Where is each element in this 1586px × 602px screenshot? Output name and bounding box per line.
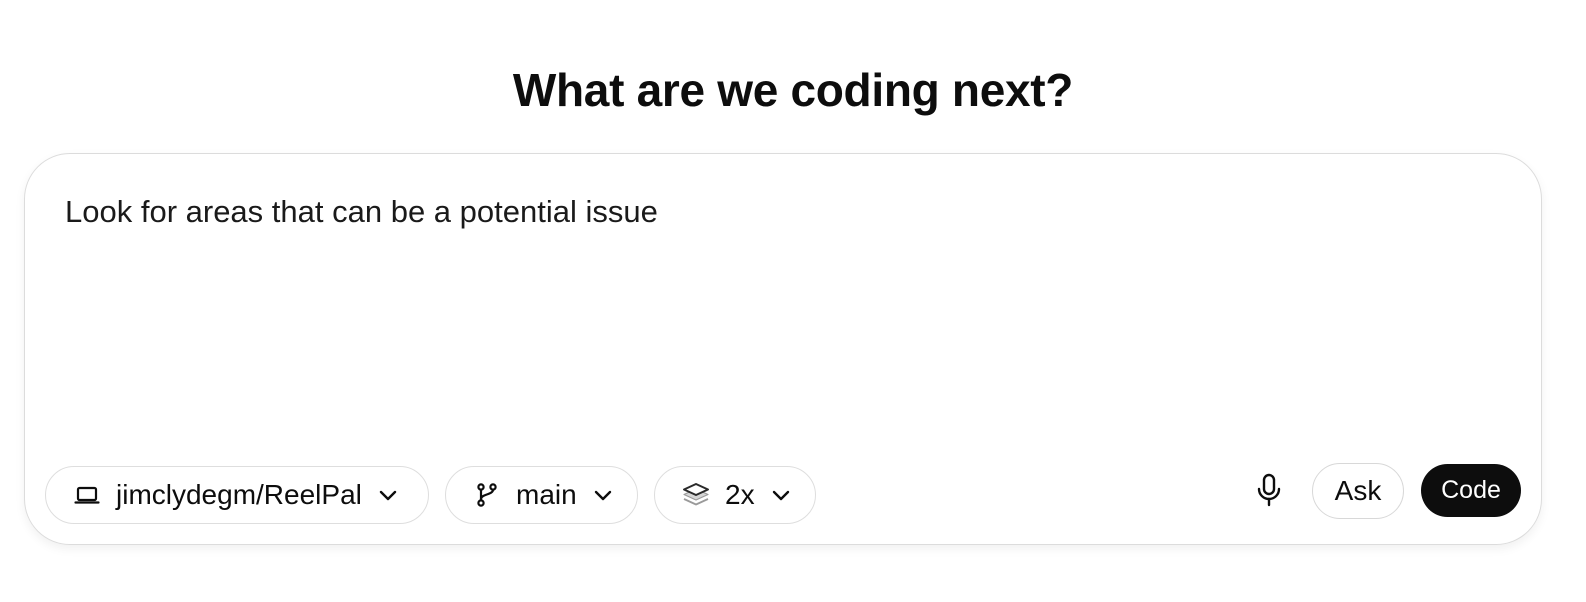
microphone-button[interactable]: [1247, 470, 1291, 514]
versions-label: 2x: [725, 479, 755, 510]
chevron-down-icon: [769, 483, 793, 507]
code-button[interactable]: Code: [1421, 464, 1521, 517]
repo-selector[interactable]: jimclydegm/ReelPal: [45, 466, 429, 524]
page-title: What are we coding next?: [512, 64, 1074, 116]
branch-selector[interactable]: main: [445, 466, 638, 524]
branch-label: main: [516, 479, 577, 510]
chevron-down-icon: [591, 483, 615, 507]
layers-icon: [681, 480, 711, 510]
microphone-icon: [1254, 472, 1284, 513]
chevron-down-icon: [376, 483, 400, 507]
versions-selector[interactable]: 2x: [654, 466, 816, 524]
codex-home-page: What are we coding next? Look for areas …: [0, 0, 1586, 602]
repo-label: jimclydegm/ReelPal: [116, 479, 362, 510]
ask-button[interactable]: Ask: [1312, 463, 1404, 519]
prompt-input[interactable]: Look for areas that can be a potential i…: [65, 190, 1465, 234]
laptop-icon: [72, 480, 102, 510]
prompt-composer: Look for areas that can be a potential i…: [24, 153, 1542, 545]
git-branch-icon: [472, 480, 502, 510]
